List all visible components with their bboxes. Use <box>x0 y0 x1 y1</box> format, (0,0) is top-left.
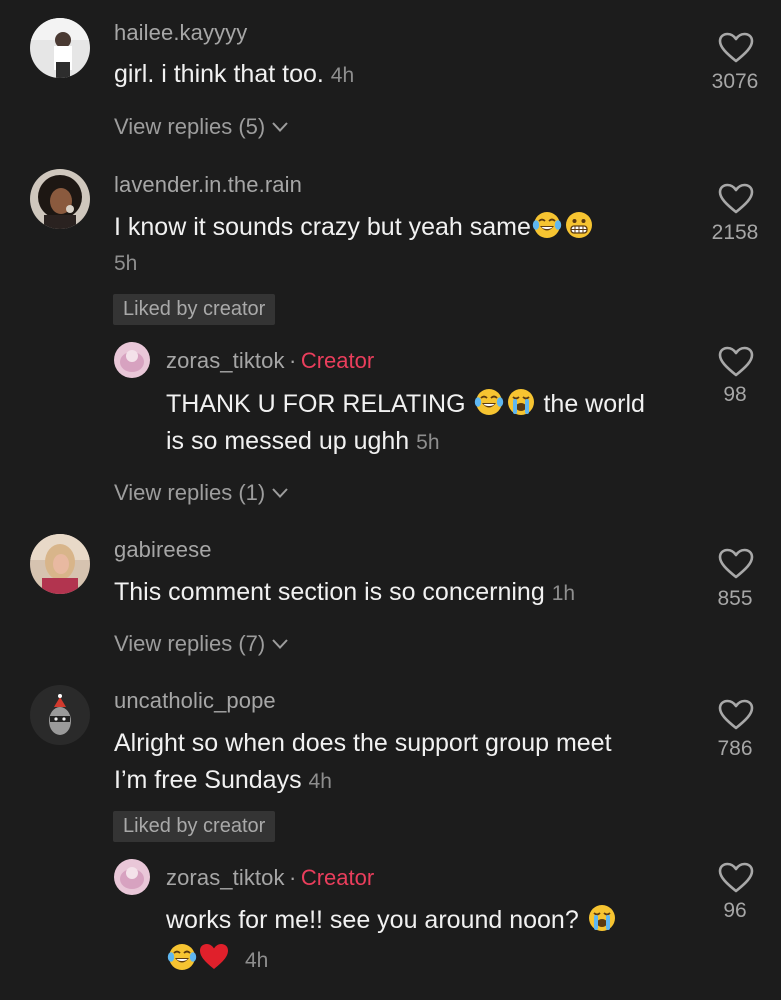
comment-text-line-1: Alright so when does the support group m… <box>114 729 612 757</box>
face-with-tears-of-joy-icon <box>532 210 562 240</box>
comment-body: girl. i think that too. <box>114 60 324 88</box>
red-heart-icon <box>199 942 229 972</box>
avatar-lavender[interactable] <box>30 169 90 229</box>
reply-body-line-2: is so messed up ughh <box>166 427 410 455</box>
comment-timestamp: 1h <box>551 582 576 605</box>
comment-username[interactable]: gabireese <box>114 537 212 563</box>
reply-body-cont: the world <box>543 390 645 418</box>
comment-username[interactable]: uncatholic_pope <box>114 688 276 714</box>
like-count: 2158 <box>711 221 759 244</box>
comment-body: This comment section is so concerning <box>114 578 545 606</box>
heart-icon[interactable] <box>718 183 754 215</box>
comment-list: hailee.kayyyy girl. i think that too. 4h… <box>0 0 781 1000</box>
heart-icon[interactable] <box>718 32 754 64</box>
reply-body: THANK U FOR RELATING <box>166 390 466 418</box>
view-replies-button[interactable]: View replies (5) <box>114 114 289 140</box>
reply-body: works for me!! see you around noon? <box>166 906 579 934</box>
comment-text: girl. i think that too. 4h <box>114 56 354 94</box>
view-replies-label: View replies (7) <box>114 631 266 656</box>
reply-text-line-1: THANK U FOR RELATING the world <box>166 386 645 422</box>
comment-timestamp: 5h <box>114 252 138 275</box>
reply-username[interactable]: zoras_tiktok <box>166 865 285 890</box>
face-with-tears-of-joy-icon <box>167 942 197 972</box>
grimacing-face-icon <box>564 210 594 240</box>
creator-label: Creator <box>300 865 375 890</box>
comment-text: I know it sounds crazy but yeah same <box>114 209 595 245</box>
heart-icon[interactable] <box>718 346 754 378</box>
comment-timestamp: 4h <box>330 64 355 87</box>
chevron-down-icon <box>272 488 288 498</box>
liked-by-creator-badge: Liked by creator <box>113 811 276 842</box>
like-count: 96 <box>723 899 747 922</box>
separator-dot: · <box>289 865 297 890</box>
view-replies-button[interactable]: View replies (1) <box>114 480 289 506</box>
like-count: 3076 <box>711 70 759 93</box>
avatar-gabireese[interactable] <box>30 534 90 594</box>
comment-body: I know it sounds crazy but yeah same <box>114 213 531 241</box>
view-replies-button[interactable]: View replies (7) <box>114 631 289 657</box>
heart-icon[interactable] <box>718 862 754 894</box>
comment-timestamp: 4h <box>308 770 332 793</box>
liked-by-creator-badge: Liked by creator <box>113 294 276 325</box>
heart-icon[interactable] <box>718 548 754 580</box>
reply-timestamp: 5h <box>416 431 440 454</box>
reply-text-line-1: works for me!! see you around noon? <box>166 902 618 938</box>
loudly-crying-face-icon <box>506 387 536 417</box>
comment-text-line-2: I’m free Sundays 4h <box>114 762 332 800</box>
comment-text: This comment section is so concerning 1h <box>114 574 575 612</box>
like-count: 98 <box>723 383 747 406</box>
heart-icon[interactable] <box>718 699 754 731</box>
chevron-down-icon <box>272 639 288 649</box>
like-count: 786 <box>717 737 753 760</box>
reply-username[interactable]: zoras_tiktok <box>166 348 285 373</box>
avatar-zoras[interactable] <box>114 859 150 895</box>
reply-text-line-2: is so messed up ughh 5h <box>166 423 440 461</box>
comment-body-line-2: I’m free Sundays <box>114 766 302 794</box>
loudly-crying-face-icon <box>587 903 617 933</box>
avatar-zoras[interactable] <box>114 342 150 378</box>
like-count: 855 <box>717 587 753 610</box>
view-replies-label: View replies (1) <box>114 480 266 505</box>
face-with-tears-of-joy-icon <box>474 387 504 417</box>
separator-dot: · <box>289 348 297 373</box>
comment-username[interactable]: lavender.in.the.rain <box>114 172 302 198</box>
creator-label: Creator <box>300 348 375 373</box>
reply-text-line-2: 4h <box>166 941 268 979</box>
avatar-hailee[interactable] <box>30 18 90 78</box>
reply-header: zoras_tiktok · Creator <box>166 348 374 374</box>
avatar-uncatholic-pope[interactable] <box>30 685 90 745</box>
comment-username[interactable]: hailee.kayyyy <box>114 20 247 46</box>
reply-header: zoras_tiktok · Creator <box>166 865 374 891</box>
chevron-down-icon <box>272 122 288 132</box>
view-replies-label: View replies (5) <box>114 114 266 139</box>
reply-timestamp: 4h <box>244 949 269 972</box>
